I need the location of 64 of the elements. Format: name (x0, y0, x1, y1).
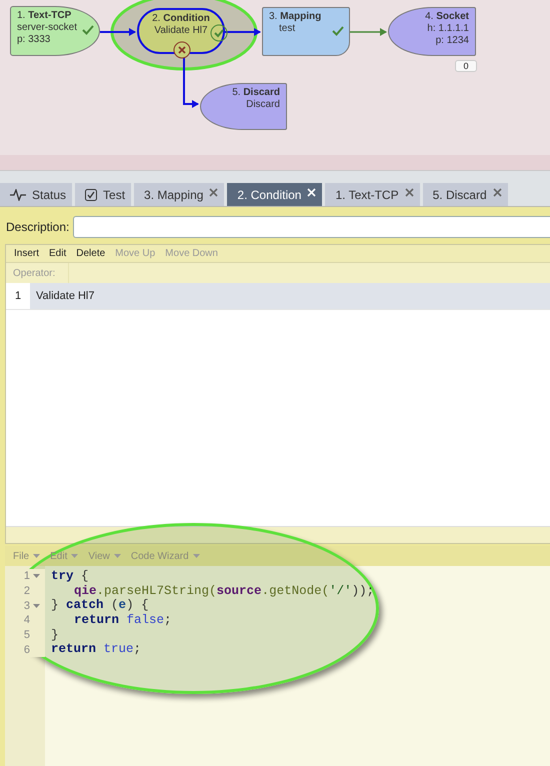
node-detail: Validate Hl7 (154, 25, 208, 37)
tab[interactable]: 1. Text-TCP (325, 183, 420, 206)
checkbox-icon (85, 188, 98, 200)
line-number: 4 (24, 614, 30, 626)
code-line: } (51, 628, 59, 642)
code-line: try { (51, 569, 89, 584)
count-badge: 0 (455, 60, 477, 72)
toolbar-button[interactable]: Edit (45, 247, 70, 260)
close-icon[interactable] (492, 188, 502, 197)
flow-node[interactable]: 5. Discard Discard (200, 83, 287, 130)
connector-arrow (350, 28, 387, 36)
node-detail: server-socket (17, 22, 78, 34)
flow-node[interactable]: 3. Mapping test (262, 7, 350, 56)
toolbar-button[interactable]: Delete (72, 247, 110, 260)
flow-node[interactable]: 1. Text-TCP server-socket p: 3333 (10, 6, 100, 56)
tab[interactable]: Status (0, 183, 72, 206)
check-icon (82, 25, 94, 35)
line-number: 2 (24, 585, 30, 598)
node-detail: p: 3333 (17, 34, 50, 46)
node-title: 2. Condition (152, 13, 210, 25)
check-circle-icon[interactable] (210, 24, 228, 42)
close-icon[interactable] (404, 188, 414, 197)
fold-icon[interactable] (33, 604, 40, 608)
tab[interactable]: Test (75, 183, 132, 206)
node-title: 1. Text-TCP (17, 10, 72, 22)
node-detail: Discard (246, 99, 280, 111)
flow-node[interactable]: 4. Socket h: 1.1.1.1 p: 1234 (388, 7, 476, 56)
cross-circle-icon[interactable] (173, 41, 191, 59)
caret-icon (33, 554, 40, 558)
line-number: 6 (24, 644, 30, 656)
caret-icon (71, 554, 78, 558)
node-detail: test (278, 23, 296, 35)
connector-arrow (225, 28, 261, 36)
tab[interactable]: 5. Discard (422, 183, 508, 206)
line-number: 3 (24, 600, 30, 612)
line-number: 1 (24, 570, 30, 582)
code-line: } catch (e) { (51, 598, 149, 614)
row-text: Validate Hl7 (35, 290, 94, 302)
node-title: 4. Socket (425, 11, 469, 23)
node-detail: p: 1234 (436, 35, 469, 47)
connector-arrow (100, 28, 136, 36)
line-number: 5 (24, 629, 30, 642)
fold-icon[interactable] (33, 574, 40, 578)
tab[interactable]: 3. Mapping (134, 183, 224, 206)
node-title: 3. Mapping (269, 11, 322, 23)
caret-icon (192, 554, 200, 558)
close-icon[interactable] (209, 188, 218, 197)
code-line: return true; (51, 642, 142, 658)
code-line: qie.parseHL7String(source.getNode('/')); (73, 584, 374, 598)
connector-arrow (183, 58, 199, 108)
field-label: Description: (6, 220, 70, 234)
caret-icon (114, 554, 121, 558)
pulse-icon (10, 188, 26, 200)
grid-row[interactable]: 1 Validate Hl7 (6, 283, 550, 310)
code-line: return false; (73, 613, 172, 628)
tab[interactable]: 2. Condition (227, 183, 322, 206)
check-icon (332, 26, 344, 36)
toolbar-button[interactable]: Insert (10, 247, 44, 260)
node-detail: h: 1.1.1.1 (427, 23, 469, 35)
row-number: 1 (6, 283, 30, 309)
node-title: 5. Discard (232, 87, 280, 99)
flow-node[interactable]: 2. Condition Validate Hl7 (137, 8, 225, 54)
description-field[interactable] (73, 216, 550, 238)
operator-label: Operator: (12, 267, 56, 281)
